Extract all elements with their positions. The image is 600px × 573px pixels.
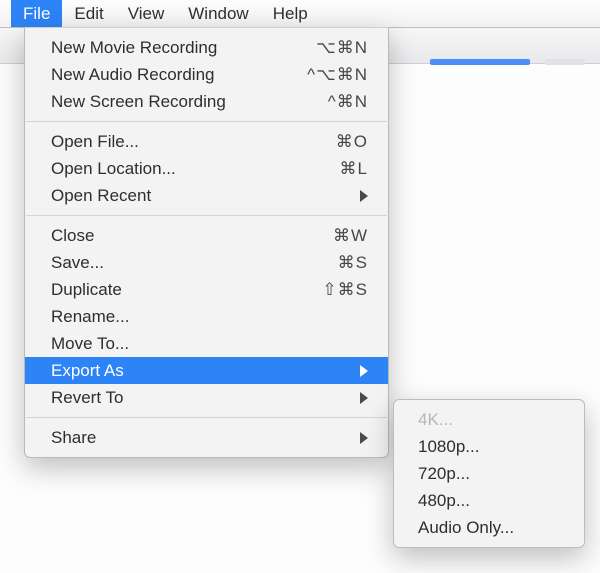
- menubar-item-label: View: [128, 4, 165, 24]
- menu-item-move-to[interactable]: Move To...: [25, 330, 388, 357]
- menu-item-shortcut: ⌘W: [298, 226, 368, 246]
- menubar-item-label: File: [23, 4, 50, 24]
- submenu-arrow-icon: [360, 190, 368, 202]
- menu-item-shortcut: ⌘O: [298, 132, 368, 152]
- menubar-item-label: Help: [273, 4, 308, 24]
- window-tab-indicator: [545, 59, 585, 65]
- menu-item-shortcut: ^⌥⌘N: [298, 65, 368, 85]
- submenu-item-label: 480p...: [418, 491, 470, 511]
- menu-item-save[interactable]: Save... ⌘S: [25, 249, 388, 276]
- menu-item-label: New Audio Recording: [51, 65, 298, 85]
- menu-item-rename[interactable]: Rename...: [25, 303, 388, 330]
- menu-item-open-file[interactable]: Open File... ⌘O: [25, 128, 388, 155]
- menubar-item-label: Edit: [74, 4, 103, 24]
- menu-item-label: Open File...: [51, 132, 298, 152]
- menu-item-label: Rename...: [51, 307, 368, 327]
- menu-item-duplicate[interactable]: Duplicate ⇧⌘S: [25, 276, 388, 303]
- menu-item-revert-to[interactable]: Revert To: [25, 384, 388, 411]
- menu-item-shortcut: ⌘S: [298, 253, 368, 273]
- submenu-item-label: 4K...: [418, 410, 453, 430]
- menubar-item-view[interactable]: View: [116, 0, 177, 27]
- menubar-item-help[interactable]: Help: [261, 0, 320, 27]
- menu-item-label: New Screen Recording: [51, 92, 298, 112]
- submenu-item-label: 1080p...: [418, 437, 479, 457]
- submenu-item-480p[interactable]: 480p...: [394, 487, 584, 514]
- menu-item-new-screen-recording[interactable]: New Screen Recording ^⌘N: [25, 88, 388, 115]
- file-menu-dropdown: New Movie Recording ⌥⌘N New Audio Record…: [24, 27, 389, 458]
- menu-item-share[interactable]: Share: [25, 424, 388, 451]
- menu-item-open-location[interactable]: Open Location... ⌘L: [25, 155, 388, 182]
- menu-item-shortcut: ^⌘N: [298, 92, 368, 112]
- menu-item-new-audio-recording[interactable]: New Audio Recording ^⌥⌘N: [25, 61, 388, 88]
- menu-item-label: Close: [51, 226, 298, 246]
- menu-item-label: Open Recent: [51, 186, 360, 206]
- menu-item-label: Export As: [51, 361, 360, 381]
- window-tab-indicator: [430, 59, 530, 65]
- menu-item-label: New Movie Recording: [51, 38, 298, 58]
- menu-item-shortcut: ⌘L: [298, 159, 368, 179]
- submenu-item-label: 720p...: [418, 464, 470, 484]
- submenu-item-audio-only[interactable]: Audio Only...: [394, 514, 584, 541]
- menu-item-label: Duplicate: [51, 280, 298, 300]
- menubar: File Edit View Window Help: [0, 0, 600, 28]
- menu-item-label: Revert To: [51, 388, 360, 408]
- menu-separator: [26, 417, 387, 418]
- menubar-item-edit[interactable]: Edit: [62, 0, 115, 27]
- submenu-item-1080p[interactable]: 1080p...: [394, 433, 584, 460]
- menu-separator: [26, 121, 387, 122]
- menubar-item-file[interactable]: File: [11, 0, 62, 27]
- menu-item-label: Share: [51, 428, 360, 448]
- menu-separator: [26, 215, 387, 216]
- menu-item-label: Save...: [51, 253, 298, 273]
- menu-item-label: Move To...: [51, 334, 368, 354]
- menu-item-close[interactable]: Close ⌘W: [25, 222, 388, 249]
- submenu-item-label: Audio Only...: [418, 518, 514, 538]
- submenu-arrow-icon: [360, 392, 368, 404]
- menu-item-shortcut: ⌥⌘N: [298, 38, 368, 58]
- menu-item-open-recent[interactable]: Open Recent: [25, 182, 388, 209]
- submenu-item-720p[interactable]: 720p...: [394, 460, 584, 487]
- menu-item-label: Open Location...: [51, 159, 298, 179]
- menu-item-export-as[interactable]: Export As: [25, 357, 388, 384]
- submenu-arrow-icon: [360, 365, 368, 377]
- export-as-submenu: 4K... 1080p... 720p... 480p... Audio Onl…: [393, 399, 585, 548]
- menu-item-new-movie-recording[interactable]: New Movie Recording ⌥⌘N: [25, 34, 388, 61]
- submenu-item-4k: 4K...: [394, 406, 584, 433]
- menubar-item-label: Window: [188, 4, 248, 24]
- menubar-item-window[interactable]: Window: [176, 0, 260, 27]
- submenu-arrow-icon: [360, 432, 368, 444]
- menu-item-shortcut: ⇧⌘S: [298, 280, 368, 300]
